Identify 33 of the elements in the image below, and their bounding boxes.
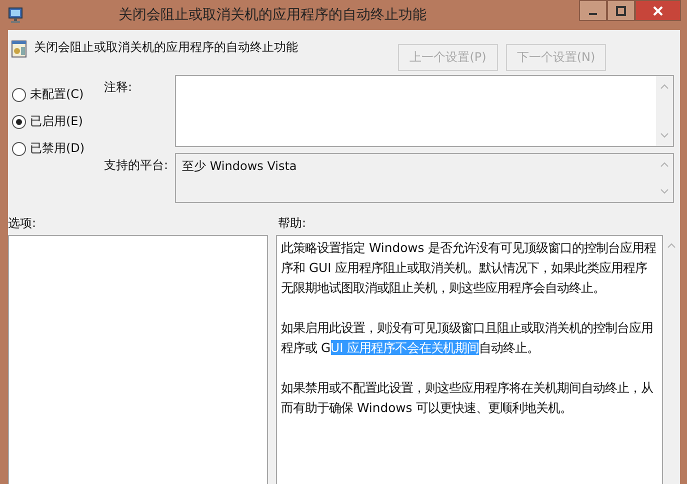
radio-button[interactable] (12, 114, 26, 128)
close-button[interactable] (635, 0, 681, 21)
maximize-button[interactable] (607, 0, 635, 21)
chevron-down-icon[interactable] (660, 189, 669, 194)
comment-label: 注释: (104, 79, 134, 96)
radio-label: 已启用(E) (30, 113, 83, 130)
platform-value: 至少 Windows Vista (182, 159, 297, 173)
help-paragraph: 如果禁用或不配置此设置，则这些应用程序将在关机期间自动终止，从而有助于确保 Windows 可以更快速、更顺利地关机。 (281, 379, 654, 417)
help-paragraph: 如果启用此设置，则没有可见顶级窗口且阻止或取消关机的控制台应用程序或 GUI 应用程序不会在关机期间自动终止。 (281, 319, 654, 357)
scrollbar[interactable] (656, 76, 673, 146)
policy-icon (11, 40, 27, 58)
radio-option[interactable]: 未配置(C) (12, 85, 104, 104)
maximize-icon (616, 6, 626, 16)
chevron-up-icon[interactable] (660, 84, 669, 89)
window-title: 关闭会阻止或取消关机的应用程序的自动终止功能 (118, 6, 428, 24)
help-label: 帮助: (278, 215, 306, 232)
radio-option[interactable]: 已启用(E) (12, 112, 104, 131)
minimize-icon (589, 12, 597, 14)
radio-button[interactable] (12, 88, 26, 102)
help-paragraph: 此策略设置指定 Windows 是否允许没有可见顶级窗口的控制台应用程序和 GUI 应用程序阻止或取消关机。默认情况下，如果此类应用程序无限期地试图取消或阻止关机，则这些应用程序会自动终止。 (281, 239, 658, 297)
comment-field[interactable] (175, 75, 674, 147)
chevron-up-icon[interactable] (667, 243, 676, 248)
radio-button[interactable] (12, 142, 26, 156)
chevron-down-icon[interactable] (660, 133, 669, 138)
options-label: 选项: (8, 215, 38, 232)
radio-label: 未配置(C) (30, 86, 84, 103)
radio-option[interactable]: 已禁用(D) (12, 139, 104, 158)
platform-label: 支持的平台: (104, 157, 170, 174)
chevron-up-icon[interactable] (660, 162, 669, 167)
setting-title: 关闭会阻止或取消关机的应用程序的自动终止功能 (34, 39, 299, 56)
minimize-button[interactable] (579, 0, 607, 21)
radio-label: 已禁用(D) (30, 140, 85, 157)
close-icon (652, 6, 664, 16)
